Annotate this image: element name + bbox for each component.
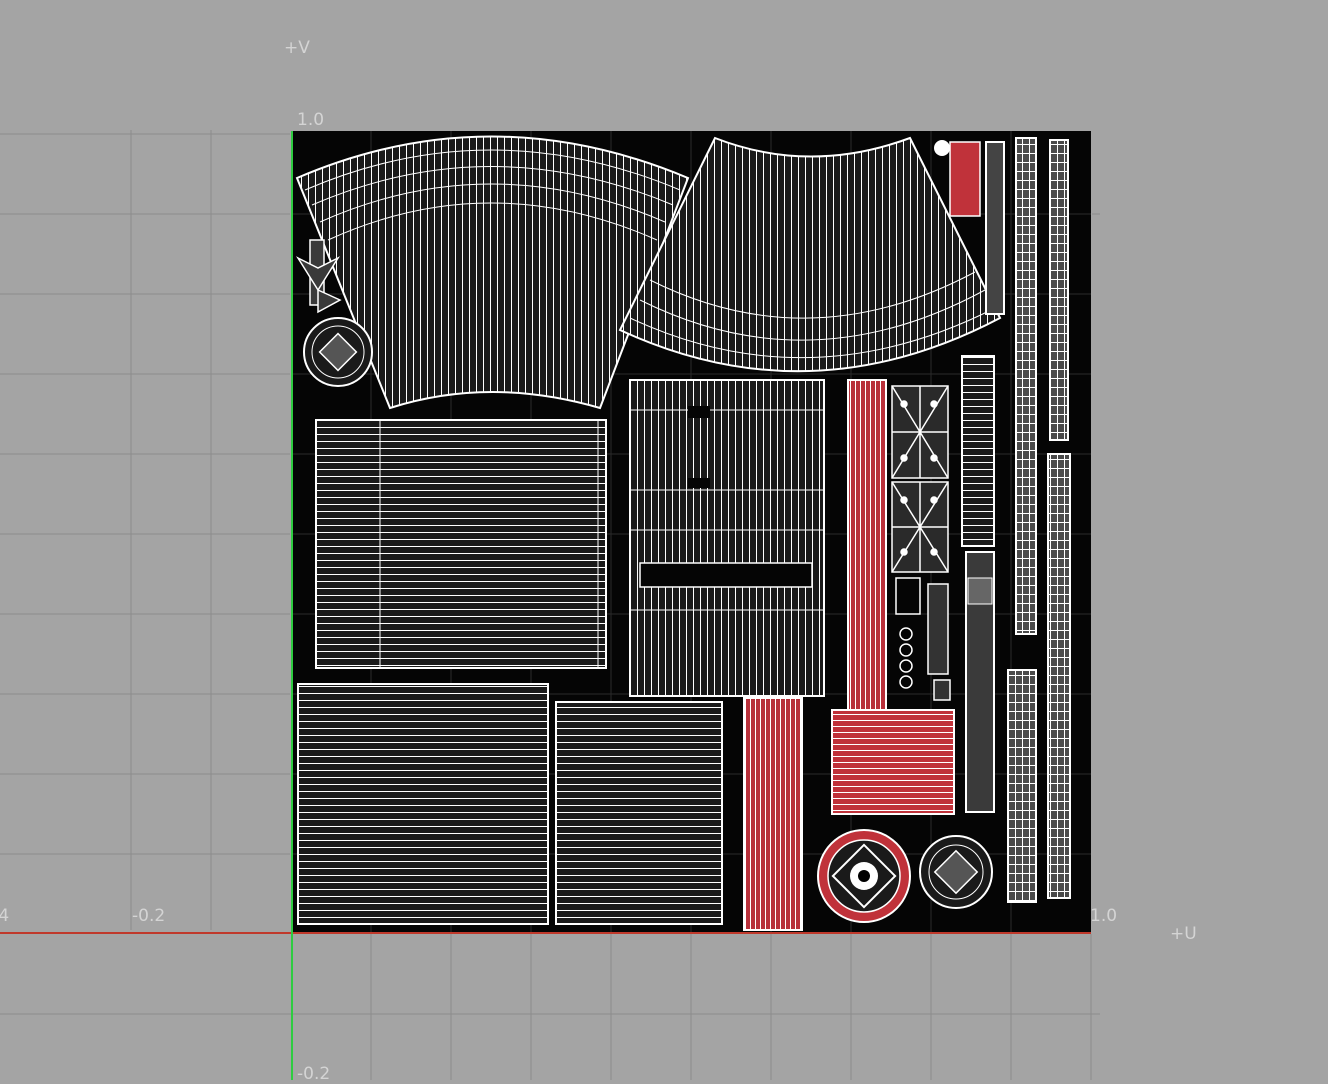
uv-editor-viewport[interactable]: +V +U 1.0 -0.2 -0.4 -0.2 1.0: [0, 0, 1328, 1084]
uv-island-red-column[interactable]: [847, 379, 887, 711]
uv-island-ladder-d[interactable]: [1047, 453, 1071, 899]
uv-island-block-d[interactable]: [629, 379, 825, 697]
uv-island-ladder-b[interactable]: [1015, 137, 1037, 635]
v-axis-label: +V: [284, 38, 310, 58]
uv-island-red-block[interactable]: [831, 709, 955, 815]
uv-island-red-strip-bottom[interactable]: [743, 697, 803, 931]
uv-island-ring-red[interactable]: [817, 829, 911, 923]
u-tick-neg02: -0.2: [132, 906, 166, 926]
u-axis-label: +U: [1170, 924, 1197, 944]
uv-island-block-c[interactable]: [555, 701, 723, 925]
v-tick-1: 1.0: [297, 110, 325, 130]
u-tick-1: 1.0: [1090, 906, 1118, 926]
uv-island-ladder-c[interactable]: [1049, 139, 1069, 441]
uv-island-block-a[interactable]: [315, 419, 607, 669]
uv-island-ladder-e[interactable]: [1007, 669, 1037, 903]
uv-island-ladder-a[interactable]: [961, 355, 995, 813]
u-tick-neg04: -0.4: [0, 906, 10, 926]
v-tick-neg02: -0.2: [297, 1064, 331, 1084]
uv-island-ring-right[interactable]: [919, 835, 993, 909]
uv-island-ring-left[interactable]: [303, 317, 373, 387]
uv-island-block-b[interactable]: [297, 683, 549, 925]
